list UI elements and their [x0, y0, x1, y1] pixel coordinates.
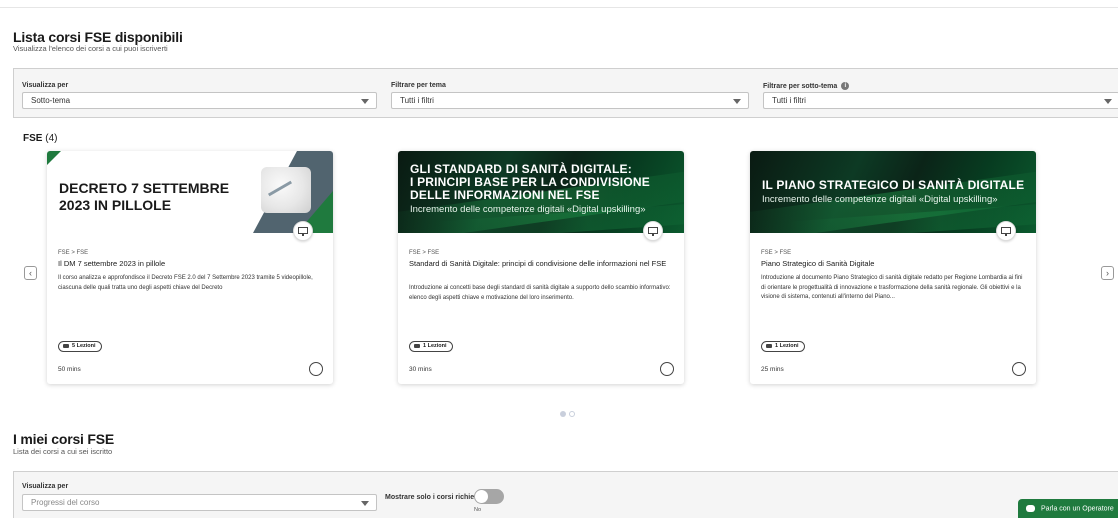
- monitor-icon: [293, 221, 313, 241]
- available-courses-title: Lista corsi FSE disponibili: [13, 29, 183, 45]
- course-breadcrumb: FSE > FSE: [761, 250, 792, 256]
- carousel-heading: FSE (4): [23, 133, 57, 144]
- carousel-prev-button[interactable]: ‹: [24, 266, 37, 280]
- progress-circle-icon: [660, 362, 674, 376]
- image-title-line: DECRETO 7 SETTEMBRE: [59, 180, 230, 196]
- lessons-badge: 1 Lezioni: [761, 341, 805, 352]
- course-description: Il corso analizza e approfondisce il Dec…: [58, 275, 313, 291]
- chevron-down-icon: [361, 99, 369, 104]
- requested-only-toggle[interactable]: [474, 489, 504, 504]
- progress-circle-icon: [309, 362, 323, 376]
- theme-filter-select[interactable]: Tutti i filtri: [391, 92, 749, 109]
- course-card-image: GLI STANDARD DI SANITÀ DIGITALE: I PRINC…: [398, 151, 684, 233]
- lessons-count: 5 Lezioni: [72, 343, 96, 349]
- subtheme-filter-label: Filtrare per sotto-tema i: [763, 82, 850, 90]
- book-icon: [63, 343, 69, 348]
- book-icon: [414, 343, 420, 348]
- pagination-dot[interactable]: [569, 411, 575, 417]
- chevron-down-icon: [733, 99, 741, 104]
- image-title-line: DELLE INFORMAZIONI NEL FSE: [410, 188, 600, 202]
- course-duration: 30 mins: [409, 366, 432, 373]
- lessons-count: 1 Lezioni: [775, 343, 799, 349]
- carousel-count: (4): [45, 133, 58, 144]
- book-icon: [766, 343, 772, 348]
- image-subtitle: Incremento delle competenze digitali «Di…: [410, 204, 646, 215]
- filter-panel: Visualizza per Sotto-tema Filtrare per t…: [13, 68, 1118, 118]
- my-view-by-label: Visualizza per: [22, 483, 69, 490]
- course-title[interactable]: Il DM 7 settembre 2023 in pillole: [58, 259, 324, 269]
- image-subtitle: Incremento delle competenze digitali «Di…: [762, 194, 998, 205]
- course-card-image: DECRETO 7 SETTEMBRE 2023 IN PILLOLE: [47, 151, 333, 233]
- chevron-down-icon: [1104, 99, 1112, 104]
- lessons-badge: 1 Lezioni: [409, 341, 453, 352]
- subtheme-filter-label-text: Filtrare per sotto-tema: [763, 82, 838, 90]
- monitor-icon: [996, 221, 1016, 241]
- chat-operator-label: Parla con un Operatore: [1041, 505, 1114, 513]
- theme-filter-label: Filtrare per tema: [391, 82, 446, 89]
- image-title-line: 2023 IN PILLOLE: [59, 197, 172, 213]
- course-title[interactable]: Piano Strategico di Sanità Digitale: [761, 259, 1027, 269]
- chat-operator-button[interactable]: Parla con un Operatore: [1018, 499, 1118, 518]
- image-title: IL PIANO STRATEGICO DI SANITÀ DIGITALE I…: [762, 178, 1025, 206]
- subtheme-filter-value: Tutti i filtri: [772, 96, 806, 105]
- chat-bubble-icon: [1026, 505, 1035, 512]
- image-title-line: IL PIANO STRATEGICO DI SANITÀ DIGITALE: [762, 178, 1025, 192]
- carousel-next-button[interactable]: ›: [1101, 266, 1114, 280]
- course-card[interactable]: DECRETO 7 SETTEMBRE 2023 IN PILLOLE FSE …: [47, 151, 333, 384]
- pagination-dot-active[interactable]: [560, 411, 566, 417]
- carousel-heading-label: FSE: [23, 133, 43, 144]
- chevron-right-icon: ›: [1106, 268, 1109, 278]
- my-view-by-value: Progressi del corso: [31, 498, 100, 507]
- monitor-icon: [643, 221, 663, 241]
- theme-filter-value: Tutti i filtri: [400, 96, 434, 105]
- progress-circle-icon: [1012, 362, 1026, 376]
- my-courses-title: I miei corsi FSE: [13, 431, 115, 447]
- info-icon[interactable]: i: [841, 82, 850, 90]
- course-description: Introduzione ai concetti base degli stan…: [409, 285, 671, 301]
- image-title: GLI STANDARD DI SANITÀ DIGITALE: I PRINC…: [410, 163, 650, 216]
- subtheme-filter-select[interactable]: Tutti i filtri: [763, 92, 1118, 109]
- top-header-edge: [0, 0, 1118, 8]
- lessons-count: 1 Lezioni: [423, 343, 447, 349]
- toggle-knob: [475, 490, 488, 503]
- view-by-value: Sotto-tema: [31, 96, 71, 105]
- carousel-pagination: [560, 404, 578, 422]
- chevron-left-icon: ‹: [29, 268, 32, 278]
- view-by-select[interactable]: Sotto-tema: [22, 92, 377, 109]
- requested-only-label: Mostrare solo i corsi richiesti: [385, 494, 483, 501]
- course-card[interactable]: GLI STANDARD DI SANITÀ DIGITALE: I PRINC…: [398, 151, 684, 384]
- my-view-by-select[interactable]: Progressi del corso: [22, 494, 377, 511]
- course-card[interactable]: IL PIANO STRATEGICO DI SANITÀ DIGITALE I…: [750, 151, 1036, 384]
- chevron-down-icon: [361, 501, 369, 506]
- my-courses-subtitle: Lista dei corsi a cui sei iscritto: [13, 447, 113, 456]
- corner-accent: [47, 151, 61, 165]
- course-description: Introduzione al documento Piano Strategi…: [761, 275, 1023, 300]
- course-breadcrumb: FSE > FSE: [409, 250, 440, 256]
- image-title: DECRETO 7 SETTEMBRE 2023 IN PILLOLE: [59, 180, 229, 214]
- course-breadcrumb: FSE > FSE: [58, 250, 89, 256]
- lessons-badge: 5 Lezioni: [58, 341, 102, 352]
- course-card-image: IL PIANO STRATEGICO DI SANITÀ DIGITALE I…: [750, 151, 1036, 233]
- stethoscope-photo: [261, 167, 311, 213]
- toggle-state-text: No: [474, 507, 482, 513]
- course-duration: 25 mins: [761, 366, 784, 373]
- available-courses-subtitle: Visualizza l'elenco dei corsi a cui puoi…: [13, 44, 168, 53]
- course-duration: 50 mins: [58, 366, 81, 373]
- my-courses-filter-panel: Visualizza per Progressi del corso: [13, 471, 1118, 518]
- view-by-label: Visualizza per: [22, 82, 69, 89]
- course-title[interactable]: Standard di Sanità Digitale: principi di…: [409, 259, 675, 269]
